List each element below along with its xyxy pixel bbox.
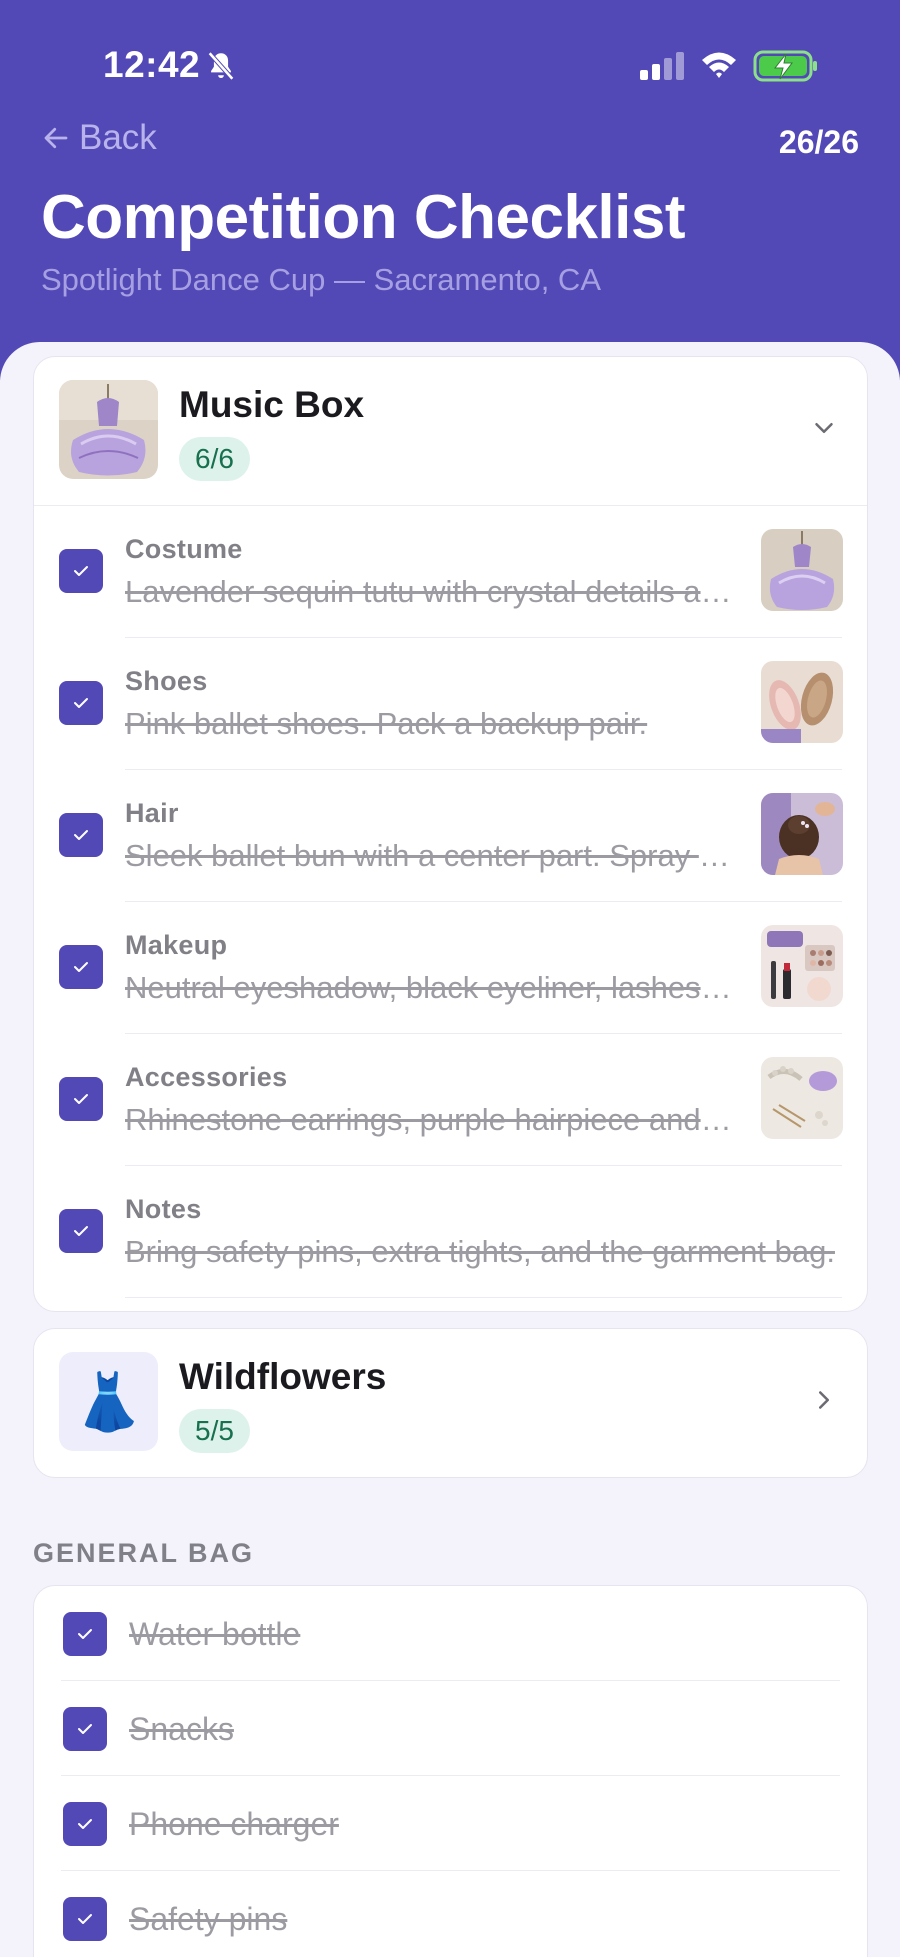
wifi-icon: [702, 52, 736, 78]
routine-count-badge: 5/5: [179, 1409, 250, 1453]
general-bag-card: Water bottle Snacks Phone charger Safety…: [33, 1585, 868, 1957]
checkbox-checked[interactable]: [59, 549, 103, 593]
checklist-item-costume[interactable]: Costume Lavender sequin tutu with crysta…: [34, 506, 867, 638]
item-label: Costume: [125, 534, 243, 564]
checkbox-checked[interactable]: [59, 813, 103, 857]
routine-header[interactable]: Music Box 6/6: [34, 357, 867, 505]
item-description: Pink ballet shoes. Pack a backup pair.: [125, 706, 648, 741]
bag-item-label: Phone charger: [129, 1806, 339, 1842]
checkmark-icon: [78, 1914, 92, 1924]
makeup-photo: [761, 925, 843, 1007]
item-label: Makeup: [125, 930, 228, 960]
checkmark-icon: [74, 1226, 88, 1236]
progress-counter: 26/26: [778, 124, 859, 160]
routine-count-badge: 6/6: [179, 437, 250, 481]
checkmark-icon: [74, 1094, 88, 1104]
signal-icon: [640, 52, 684, 80]
checkbox-checked[interactable]: [63, 1707, 107, 1751]
chevron-down-icon[interactable]: [809, 413, 839, 443]
checklist-item-shoes[interactable]: Shoes Pink ballet shoes. Pack a backup p…: [34, 638, 867, 770]
header: 12:42 Back 26/26 Competition Checklist S…: [0, 0, 900, 380]
status-bar: 12:42: [0, 0, 900, 130]
item-description: Lavender sequin tutu with crystal detail…: [125, 574, 737, 609]
chevron-right-icon[interactable]: [809, 1385, 839, 1415]
routine-name: Wildflowers: [179, 1356, 387, 1397]
page-subtitle: Spotlight Dance Cup — Sacramento, CA: [41, 262, 601, 297]
item-label: Shoes: [125, 666, 208, 696]
checklist-item-accessories[interactable]: Accessories Rhinestone earrings, purple …: [34, 1034, 867, 1166]
battery-charging-icon: [753, 50, 817, 82]
bag-item-safety-pins[interactable]: Safety pins: [34, 1871, 867, 1957]
checkbox-checked[interactable]: [63, 1897, 107, 1941]
checkbox-checked[interactable]: [59, 681, 103, 725]
item-description: Sleek ballet bun with a center part. Spr…: [125, 838, 737, 873]
arrow-left-icon: [44, 127, 68, 149]
checkbox-checked[interactable]: [59, 1209, 103, 1253]
checkmark-icon: [78, 1819, 92, 1829]
back-button[interactable]: Back: [41, 118, 157, 158]
back-label: Back: [79, 118, 157, 157]
checkbox-checked[interactable]: [59, 1077, 103, 1121]
checkbox-checked[interactable]: [59, 945, 103, 989]
bag-item-label: Safety pins: [129, 1901, 288, 1937]
bag-item-water-bottle[interactable]: Water bottle: [34, 1586, 867, 1681]
routine-name: Music Box: [179, 384, 365, 425]
bag-item-label: Water bottle: [129, 1616, 301, 1652]
section-heading-general-bag: GENERAL BAG: [33, 1538, 255, 1568]
item-description: Rhinestone earrings, purple hairpiece an…: [125, 1102, 737, 1137]
item-description: Neutral eyeshadow, black eyeliner, lashe…: [125, 970, 737, 1005]
checkmark-icon: [74, 962, 88, 972]
checkmark-icon: [74, 566, 88, 576]
accessories-photo: [761, 1057, 843, 1139]
checkmark-icon: [78, 1724, 92, 1734]
checklist-item-hair[interactable]: Hair Sleek ballet bun with a center part…: [34, 770, 867, 902]
shoes-photo: [761, 661, 843, 743]
bag-item-phone-charger[interactable]: Phone charger: [34, 1776, 867, 1871]
item-divider: [125, 1297, 842, 1298]
item-label: Notes: [125, 1194, 202, 1224]
item-label: Hair: [125, 798, 179, 828]
checkmark-icon: [74, 830, 88, 840]
checklist-item-makeup[interactable]: Makeup Neutral eyeshadow, black eyeliner…: [34, 902, 867, 1034]
costume-photo: [761, 529, 843, 611]
item-description: Bring safety pins, extra tights, and the…: [125, 1234, 835, 1269]
bell-muted-icon: [207, 51, 235, 81]
routine-header[interactable]: 👗 Wildflowers 5/5: [34, 1329, 867, 1477]
status-time: 12:42: [103, 44, 201, 85]
routine-card-wildflowers[interactable]: 👗 Wildflowers 5/5: [33, 1328, 868, 1478]
bag-item-label: Snacks: [129, 1711, 234, 1747]
page-title: Competition Checklist: [41, 183, 686, 252]
checkbox-checked[interactable]: [63, 1802, 107, 1846]
hair-photo: [761, 793, 843, 875]
checklist-item-notes[interactable]: Notes Bring safety pins, extra tights, a…: [34, 1166, 867, 1298]
bag-item-snacks[interactable]: Snacks: [34, 1681, 867, 1776]
item-label: Accessories: [125, 1062, 288, 1092]
checkmark-icon: [78, 1629, 92, 1639]
checkmark-icon: [74, 698, 88, 708]
routine-card-music-box: Music Box 6/6 Costume Lavender sequin tu…: [33, 356, 868, 1312]
dress-icon: 👗: [59, 1352, 158, 1451]
checkbox-checked[interactable]: [63, 1612, 107, 1656]
costume-thumbnail: [59, 380, 158, 479]
